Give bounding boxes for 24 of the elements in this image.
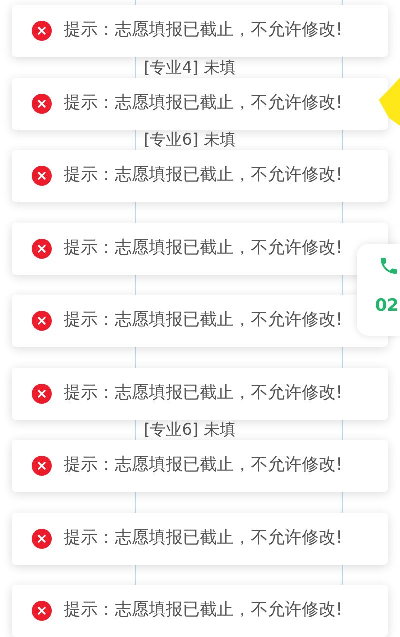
call-widget-text: 02 [375,298,399,315]
error-icon [32,456,52,476]
call-widget[interactable]: 02 [357,244,400,336]
table-cell-text: [专业6] 未填 [144,130,237,150]
error-icon [32,166,52,186]
toast-message: 提示：志愿填报已截止，不允许修改! [64,454,343,478]
error-icon [32,94,52,114]
toast-message: 提示：志愿填报已截止，不允许修改! [64,92,343,115]
error-icon [32,528,52,548]
error-icon [32,384,52,404]
error-icon [32,601,52,621]
phone-icon [381,257,398,276]
toast-message: 提示：志愿填报已截止，不允许修改! [64,382,343,405]
toast-message: 提示：志愿填报已截止，不允许修改! [64,164,343,188]
table-cell-text: [专业4] 未填 [144,58,237,78]
toast-message: 提示：志愿填报已截止，不允许修改! [64,309,343,332]
toast-message: 提示：志愿填报已截止，不允许修改! [64,599,343,622]
toast-message: 提示：志愿填报已截止，不允许修改! [64,19,343,42]
toast-message: 提示：志愿填报已截止，不允许修改! [64,236,343,260]
error-icon [32,311,52,331]
toast-message: 提示：志愿填报已截止，不允许修改! [64,526,343,550]
error-icon [32,21,52,41]
table-cell-text: [专业6] 未填 [144,420,237,440]
error-icon [32,238,52,258]
